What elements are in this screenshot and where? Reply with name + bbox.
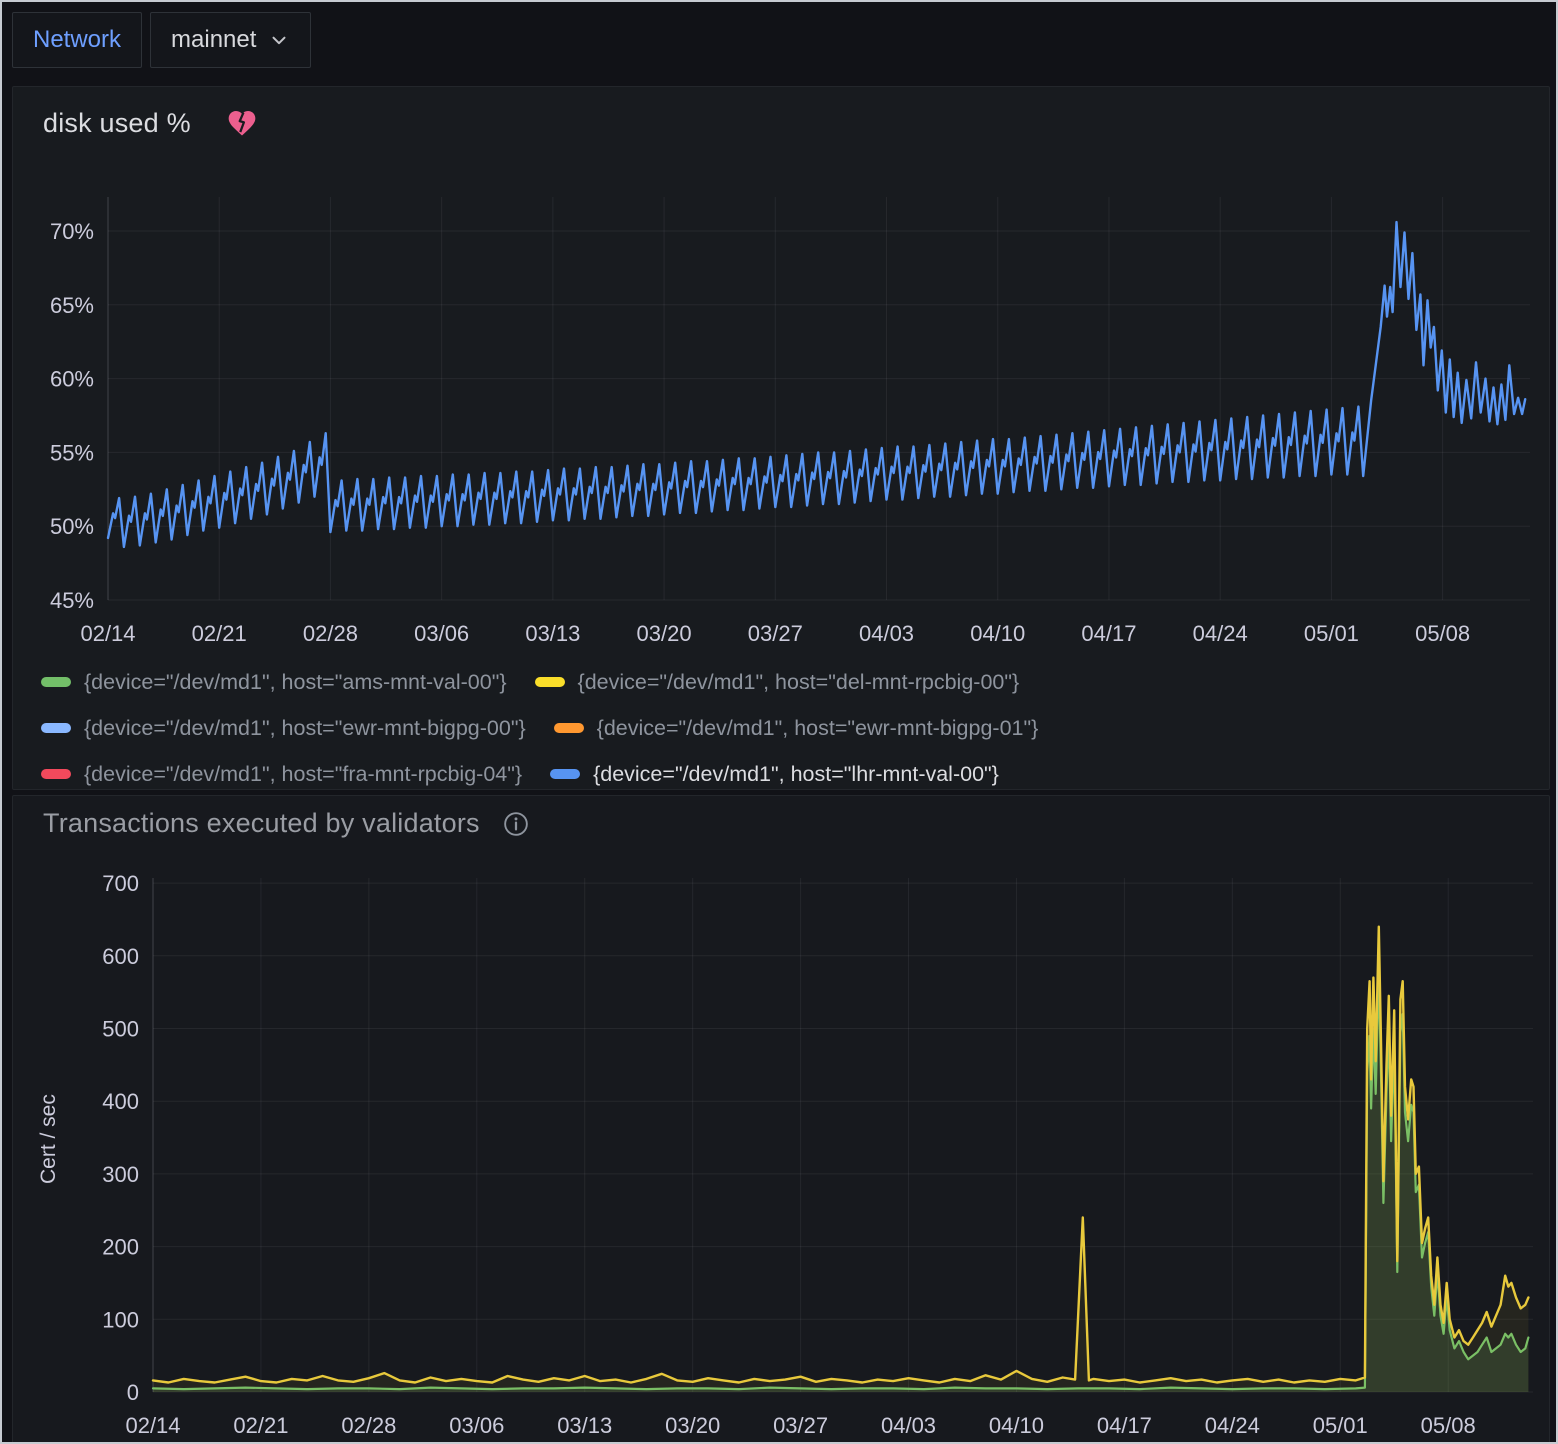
svg-text:100: 100 <box>102 1307 139 1332</box>
svg-text:02/14: 02/14 <box>80 621 135 646</box>
svg-text:02/21: 02/21 <box>192 621 247 646</box>
svg-text:200: 200 <box>102 1235 139 1260</box>
svg-text:05/01: 05/01 <box>1304 621 1359 646</box>
chevron-down-icon <box>268 29 290 51</box>
svg-text:65%: 65% <box>50 293 94 318</box>
legend-swatch <box>41 723 71 733</box>
svg-text:05/08: 05/08 <box>1415 621 1470 646</box>
panel-transactions: Transactions executed by validators Cert… <box>12 795 1550 1444</box>
legend-swatch <box>41 769 71 779</box>
svg-text:03/20: 03/20 <box>637 621 692 646</box>
svg-text:700: 700 <box>102 871 139 896</box>
legend-swatch <box>554 723 584 733</box>
svg-text:03/20: 03/20 <box>665 1413 720 1438</box>
network-variable-dropdown[interactable]: mainnet <box>150 12 311 68</box>
svg-text:04/17: 04/17 <box>1097 1413 1152 1438</box>
legend-item-ams-mnt-val-00[interactable]: {device="/dev/md1", host="ams-mnt-val-00… <box>41 670 507 695</box>
svg-text:55%: 55% <box>50 440 94 465</box>
legend-swatch <box>550 769 580 779</box>
svg-text:02/14: 02/14 <box>125 1413 180 1438</box>
legend-swatch <box>535 677 565 687</box>
svg-text:02/28: 02/28 <box>303 621 358 646</box>
legend-item-del-mnt-rpcbig-00[interactable]: {device="/dev/md1", host="del-mnt-rpcbig… <box>535 670 1020 695</box>
svg-text:03/13: 03/13 <box>525 621 580 646</box>
svg-text:04/03: 04/03 <box>859 621 914 646</box>
svg-text:600: 600 <box>102 944 139 969</box>
network-value-text: mainnet <box>171 26 256 54</box>
svg-text:04/10: 04/10 <box>989 1413 1044 1438</box>
panel-disk-used: disk used % 02/1402/2102/2803/0603/1303/… <box>12 86 1550 790</box>
dashboard: Network mainnet disk used % 02/1402/2102… <box>0 0 1558 1444</box>
legend-item-fra-mnt-rpcbig-04[interactable]: {device="/dev/md1", host="fra-mnt-rpcbig… <box>41 762 522 787</box>
svg-text:0: 0 <box>127 1380 139 1405</box>
svg-text:03/06: 03/06 <box>414 621 469 646</box>
legend-swatch <box>41 677 71 687</box>
svg-text:03/27: 03/27 <box>773 1413 828 1438</box>
svg-text:03/06: 03/06 <box>449 1413 504 1438</box>
svg-text:04/10: 04/10 <box>970 621 1025 646</box>
transactions-chart[interactable]: 02/14 02/21 02/28 03/06 03/13 03/20 03/27 04/03… <box>13 796 1551 1444</box>
svg-text:50%: 50% <box>50 514 94 539</box>
legend-item-ewr-mnt-bigpg-01[interactable]: {device="/dev/md1", host="ewr-mnt-bigpg-… <box>554 716 1039 741</box>
svg-text:300: 300 <box>102 1162 139 1187</box>
chart-legend: {device="/dev/md1", host="ams-mnt-val-00… <box>41 659 1038 797</box>
svg-text:03/27: 03/27 <box>748 621 803 646</box>
svg-text:400: 400 <box>102 1089 139 1114</box>
disk-used-chart[interactable]: 02/14 02/21 02/28 03/06 03/13 03/20 03/27 04/03… <box>13 87 1551 649</box>
svg-text:70%: 70% <box>50 219 94 244</box>
svg-text:04/17: 04/17 <box>1081 621 1136 646</box>
svg-text:02/28: 02/28 <box>341 1413 396 1438</box>
svg-text:03/13: 03/13 <box>557 1413 612 1438</box>
svg-text:04/03: 04/03 <box>881 1413 936 1438</box>
network-variable-label: Network <box>12 12 142 68</box>
dashboard-variables-bar: Network mainnet <box>12 12 311 68</box>
svg-text:04/24: 04/24 <box>1205 1413 1260 1438</box>
svg-text:45%: 45% <box>50 588 94 613</box>
svg-text:02/21: 02/21 <box>233 1413 288 1438</box>
svg-text:60%: 60% <box>50 367 94 392</box>
network-label-text: Network <box>33 26 121 54</box>
svg-text:05/01: 05/01 <box>1313 1413 1368 1438</box>
legend-item-lhr-mnt-val-00[interactable]: {device="/dev/md1", host="lhr-mnt-val-00… <box>550 762 999 787</box>
legend-item-ewr-mnt-bigpg-00[interactable]: {device="/dev/md1", host="ewr-mnt-bigpg-… <box>41 716 526 741</box>
svg-text:04/24: 04/24 <box>1193 621 1248 646</box>
svg-text:05/08: 05/08 <box>1421 1413 1476 1438</box>
svg-text:500: 500 <box>102 1016 139 1041</box>
